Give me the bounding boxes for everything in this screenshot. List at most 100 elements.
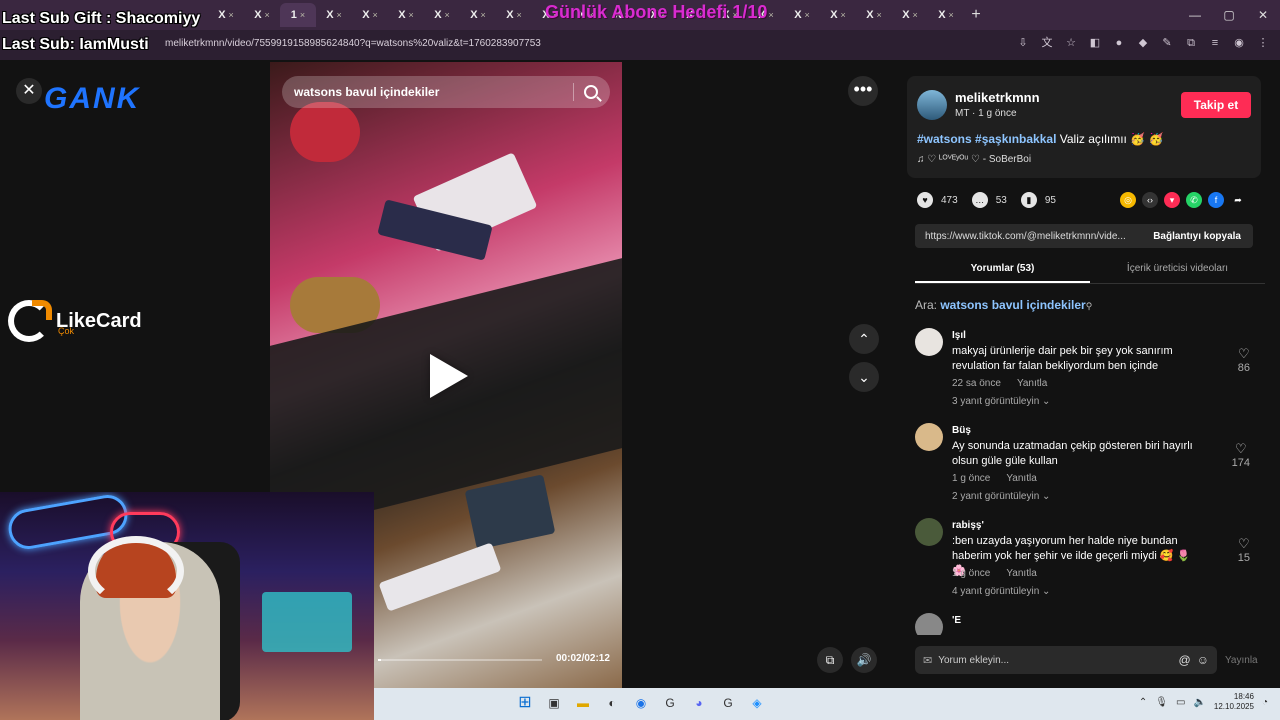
tab-close-icon[interactable]: ×: [769, 10, 774, 20]
heart-outline-icon[interactable]: ♡: [1238, 346, 1250, 362]
view-replies-button[interactable]: 4 yanıt görüntüleyin ⌄: [952, 586, 1050, 597]
tab-close-icon[interactable]: ×: [481, 10, 486, 20]
browser-tab[interactable]: X ×: [352, 3, 388, 27]
extension-icon[interactable]: ◆: [1136, 36, 1150, 50]
file-explorer-icon[interactable]: ▬: [572, 692, 594, 714]
media-icon[interactable]: ≡: [1208, 36, 1222, 50]
reply-button[interactable]: Yanıtla: [1017, 378, 1047, 389]
commenter-avatar[interactable]: [915, 613, 943, 635]
send-icon[interactable]: ▾: [1164, 192, 1180, 208]
tab-close-icon[interactable]: ×: [229, 10, 234, 20]
next-video-button[interactable]: ⌄: [849, 362, 879, 392]
share-arrow-icon[interactable]: ➦: [1230, 192, 1246, 208]
close-window-button[interactable]: ✕: [1246, 0, 1280, 30]
app-icon[interactable]: ◈: [746, 692, 768, 714]
task-view-icon[interactable]: ▣: [543, 692, 565, 714]
emoji-icon[interactable]: ☺: [1197, 653, 1209, 667]
author-username[interactable]: meliketrkmnn: [955, 90, 1040, 105]
save-action[interactable]: ▮ 95: [1020, 192, 1056, 208]
tab-close-icon[interactable]: ×: [409, 10, 414, 20]
new-tab-button[interactable]: +: [964, 6, 988, 24]
follow-button[interactable]: Takip et: [1181, 92, 1251, 118]
embed-icon[interactable]: ‹›: [1142, 192, 1158, 208]
browser-tab[interactable]: X ×: [784, 3, 820, 27]
menu-icon[interactable]: ⋮: [1256, 36, 1270, 50]
browser-tab[interactable]: X ×: [424, 3, 460, 27]
commenter-avatar[interactable]: [915, 518, 943, 546]
post-comment-button[interactable]: Yayınla: [1225, 655, 1258, 666]
tab-close-icon[interactable]: ×: [265, 10, 270, 20]
steam-icon[interactable]: ◐: [601, 692, 623, 714]
browser-tab[interactable]: X ×: [208, 3, 244, 27]
app-icon[interactable]: G: [659, 692, 681, 714]
heart-outline-icon[interactable]: ♡: [1232, 441, 1250, 457]
comment-like[interactable]: ♡ 86: [1238, 346, 1250, 374]
tab-close-icon[interactable]: ×: [300, 10, 305, 20]
discord-icon[interactable]: ◕: [688, 692, 710, 714]
browser-tab[interactable]: X ×: [892, 3, 928, 27]
reply-button[interactable]: Yanıtla: [1006, 568, 1036, 579]
extension-icon[interactable]: ◧: [1088, 36, 1102, 50]
app-icon[interactable]: G: [717, 692, 739, 714]
video-progress-bar[interactable]: [378, 659, 542, 661]
more-options-button[interactable]: •••: [848, 76, 878, 106]
puzzle-icon[interactable]: ⧉: [1184, 36, 1198, 50]
start-icon[interactable]: ⊞: [514, 692, 536, 714]
commenter-avatar[interactable]: [915, 328, 943, 356]
comment-input[interactable]: ✉ Yorum ekleyin... @ ☺: [915, 646, 1217, 674]
video-search-query[interactable]: watsons bavul içindekiler: [294, 85, 573, 99]
chrome-icon[interactable]: ◉: [630, 692, 652, 714]
tab-close-icon[interactable]: ×: [337, 10, 342, 20]
browser-tab[interactable]: X ×: [496, 3, 532, 27]
tab-comments[interactable]: Yorumlar (53): [915, 258, 1090, 283]
gift-icon[interactable]: ✉: [923, 654, 932, 667]
like-action[interactable]: ♥ 473: [917, 192, 958, 208]
previous-video-button[interactable]: ⌃: [849, 324, 879, 354]
minimize-button[interactable]: —: [1178, 0, 1212, 30]
copy-link-button[interactable]: Bağlantıyı kopyala: [1141, 231, 1253, 242]
url-field[interactable]: meliketrkmnn/video/7559919158985624840?q…: [165, 38, 541, 49]
volume-icon[interactable]: 🔊: [851, 647, 877, 673]
comment-placeholder[interactable]: Yorum ekleyin...: [938, 655, 1172, 666]
commenter-name[interactable]: rabişş': [952, 520, 984, 531]
heart-outline-icon[interactable]: ♡: [1238, 536, 1250, 552]
bookmark-icon[interactable]: ▮: [1020, 192, 1037, 208]
tab-close-icon[interactable]: ×: [913, 10, 918, 20]
browser-tab[interactable]: X ×: [856, 3, 892, 27]
mention-icon[interactable]: @: [1179, 653, 1191, 667]
browser-tab[interactable]: X ×: [244, 3, 280, 27]
comment-icon[interactable]: …: [971, 192, 988, 208]
commenter-name[interactable]: Büş: [952, 425, 971, 436]
network-icon[interactable]: ▭: [1176, 697, 1185, 708]
tab-close-icon[interactable]: ×: [445, 10, 450, 20]
whatsapp-icon[interactable]: ✆: [1186, 192, 1202, 208]
comment-like[interactable]: ♡ 15: [1238, 536, 1250, 564]
view-replies-button[interactable]: 2 yanıt görüntüleyin ⌄: [952, 491, 1050, 502]
reply-button[interactable]: Yanıtla: [1006, 473, 1036, 484]
browser-tab[interactable]: X ×: [388, 3, 424, 27]
search-icon[interactable]: [584, 85, 598, 99]
microphone-icon[interactable]: 🎙: [1155, 697, 1168, 708]
browser-tab[interactable]: X ×: [460, 3, 496, 27]
maximize-button[interactable]: ▢: [1212, 0, 1246, 30]
comment-action[interactable]: … 53: [971, 192, 1007, 208]
close-video-button[interactable]: ✕: [16, 78, 42, 104]
tab-creator-videos[interactable]: İçerik üreticisi videoları: [1090, 258, 1265, 283]
author-avatar[interactable]: [917, 90, 947, 120]
tab-close-icon[interactable]: ×: [877, 10, 882, 20]
video-search-bar[interactable]: watsons bavul içindekiler: [282, 76, 610, 108]
commenter-name[interactable]: Işıl: [952, 330, 966, 341]
heart-icon[interactable]: ♥: [917, 192, 933, 208]
extension-icon[interactable]: ●: [1112, 36, 1126, 50]
tab-close-icon[interactable]: ×: [841, 10, 846, 20]
translate-icon[interactable]: 文: [1040, 36, 1054, 50]
profile-avatar-icon[interactable]: ◉: [1232, 36, 1246, 50]
comment-like[interactable]: ♡ 174: [1232, 441, 1250, 469]
chevron-up-icon[interactable]: ⌃: [1139, 697, 1147, 708]
browser-tab[interactable]: 1 ×: [280, 3, 316, 27]
clock[interactable]: 18:46 12.10.2025: [1214, 692, 1254, 712]
commenter-name[interactable]: 'E: [952, 615, 961, 626]
tab-close-icon[interactable]: ×: [949, 10, 954, 20]
browser-tab[interactable]: X ×: [928, 3, 964, 27]
play-icon[interactable]: [430, 354, 468, 398]
